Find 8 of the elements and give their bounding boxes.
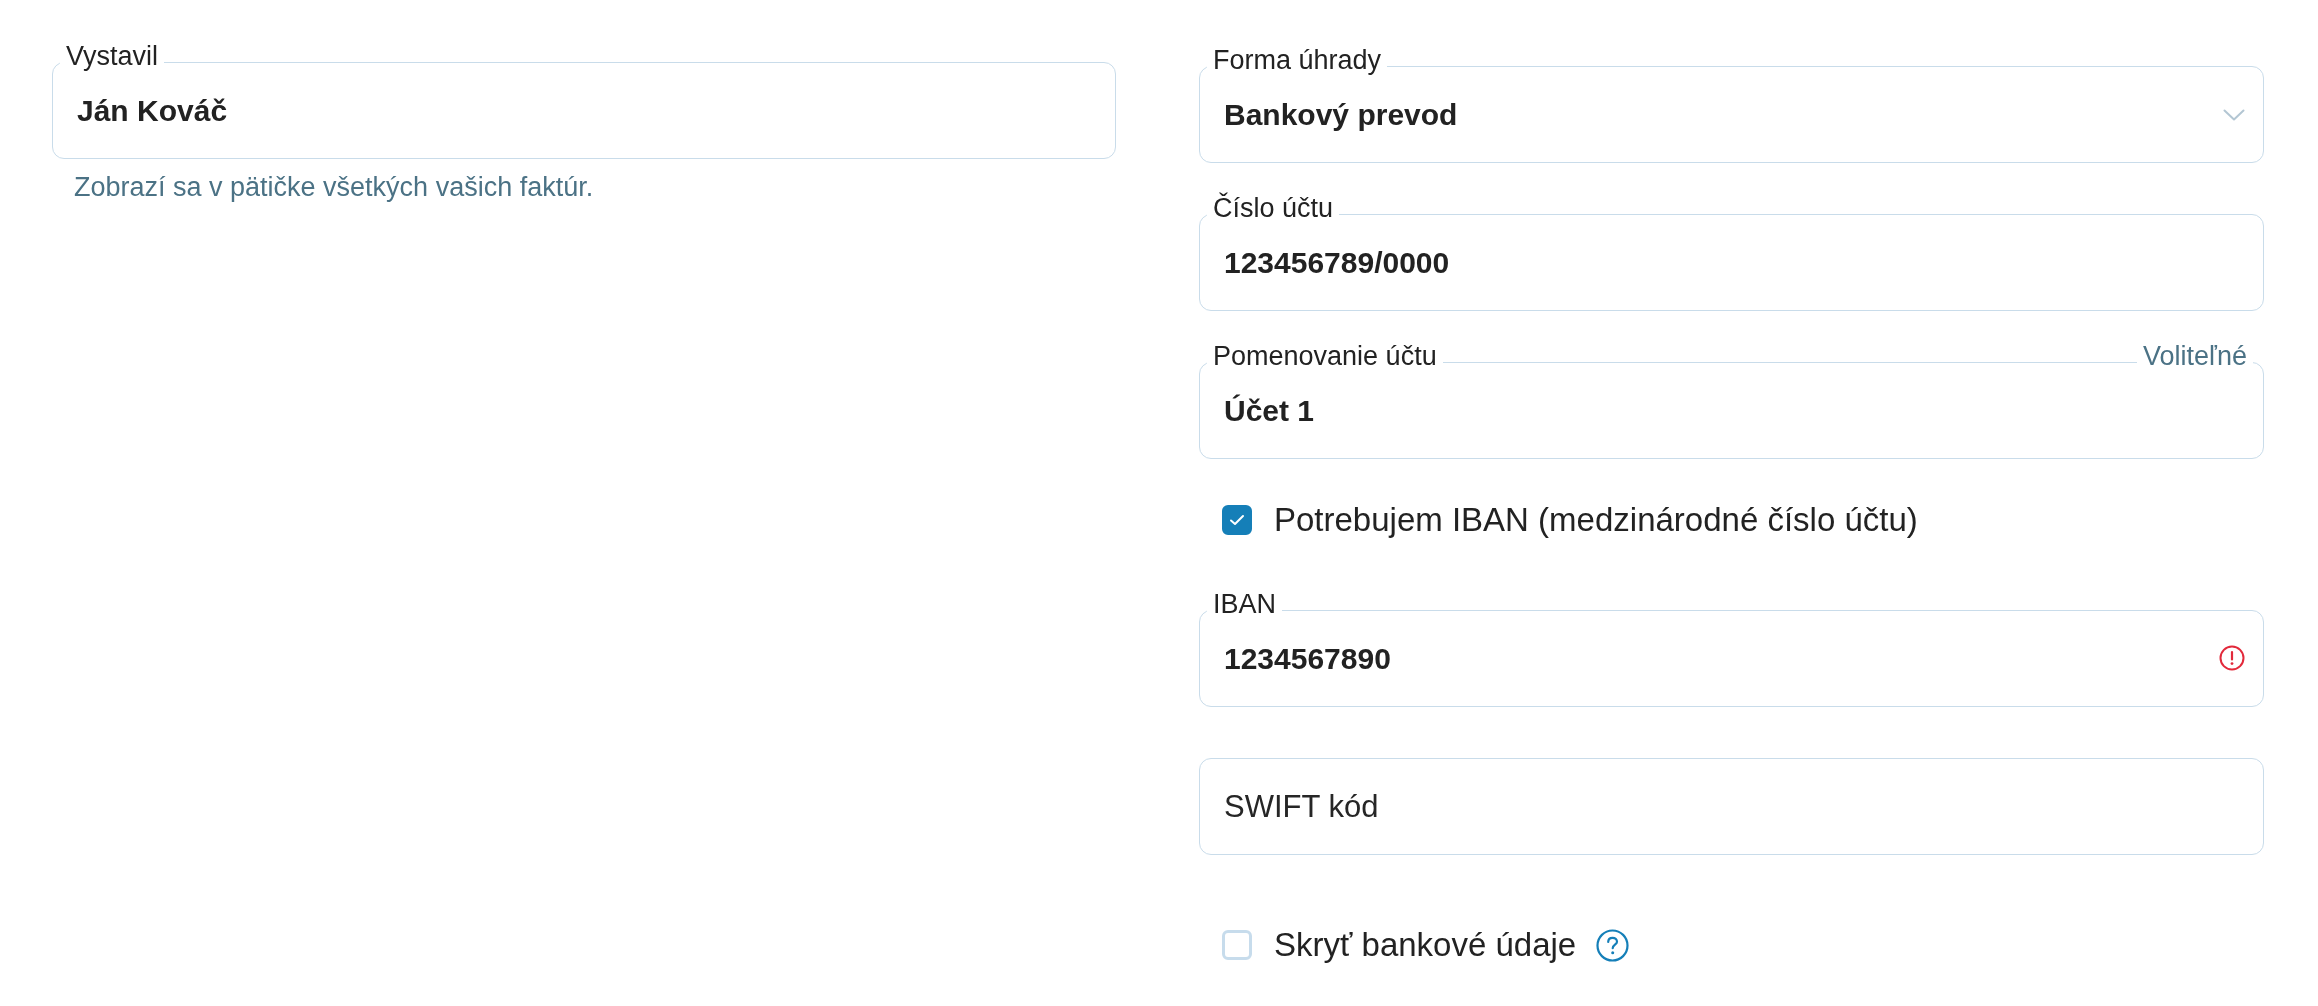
checkbox[interactable]	[1222, 505, 1252, 535]
chevron-down-icon	[2223, 108, 2245, 121]
helper-text: Zobrazí sa v pätičke všetkých vašich faktúr.	[74, 171, 595, 203]
checkbox-label[interactable]: Skryť bankové údaje	[1274, 926, 1577, 964]
input-field[interactable]: SWIFT kód	[1199, 758, 2264, 855]
help-icon[interactable]	[1596, 928, 1630, 962]
checkmark-icon	[1229, 514, 1245, 526]
checkbox-label[interactable]: Potrebujem IBAN (medzinárodné číslo účtu)	[1274, 501, 1918, 539]
